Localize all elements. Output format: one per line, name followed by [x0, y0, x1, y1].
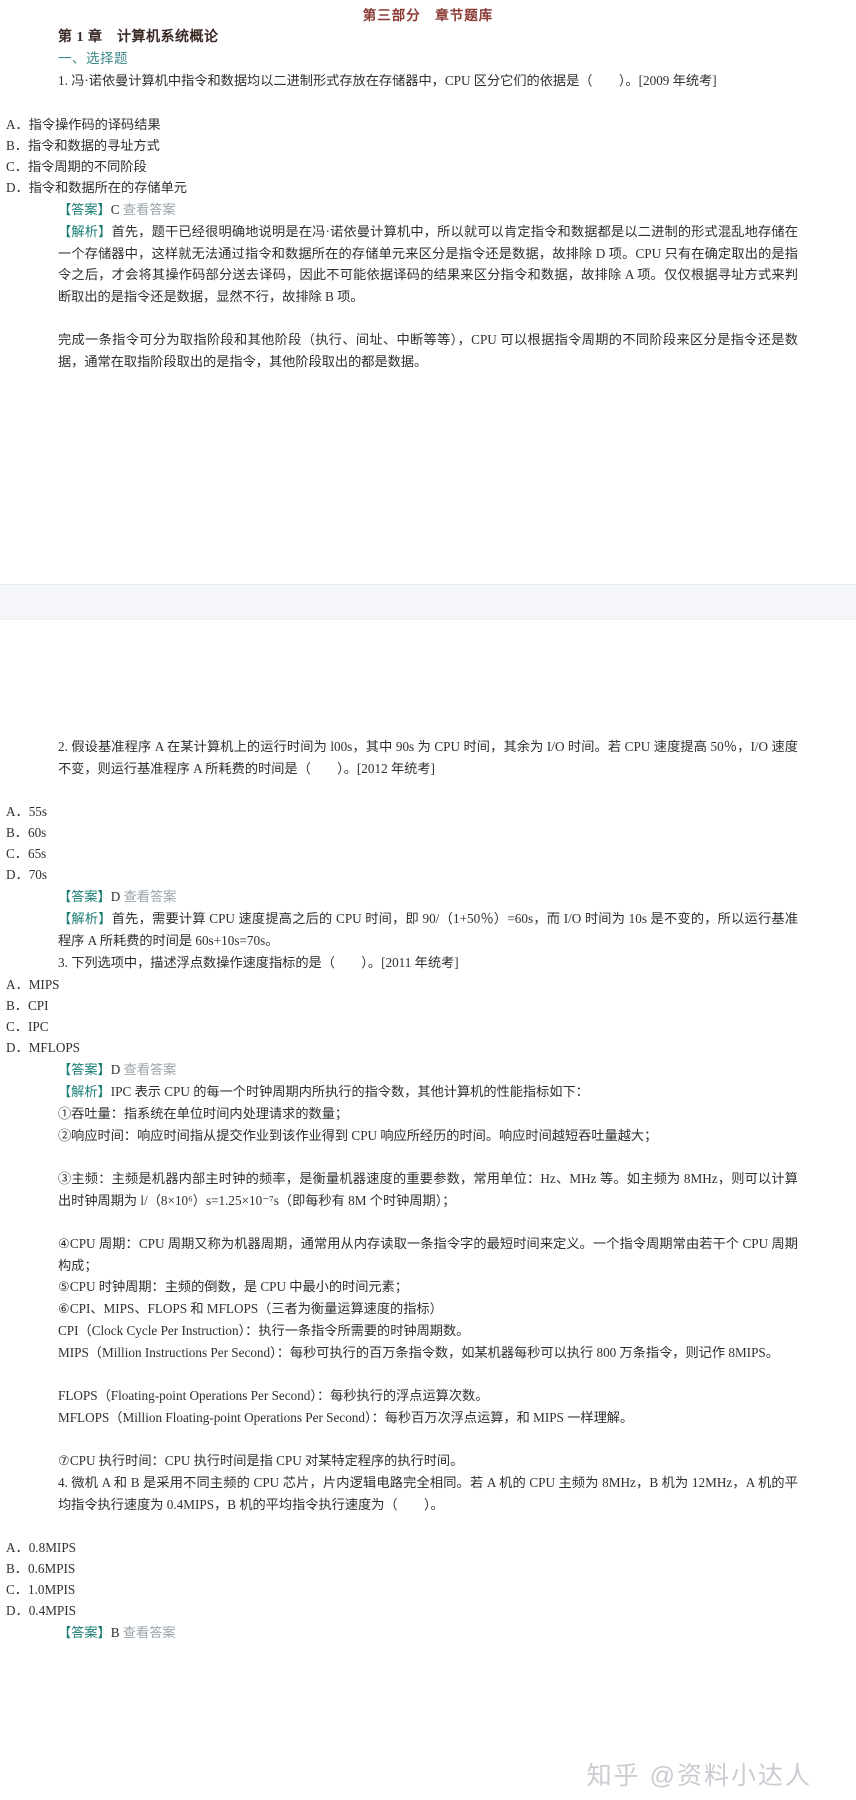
option-c[interactable]: C．IPC [0, 1016, 856, 1038]
answer-letter: C [110, 202, 120, 217]
option-d[interactable]: D．指令和数据所在的存储单元 [0, 177, 856, 199]
analysis-text: 完成一条指令可分为取指阶段和其他阶段（执行、间址、中断等等），CPU 可以根据指… [58, 332, 798, 369]
question-stem: 3. 下列选项中，描述浮点数操作速度指标的是（ ）。[2011 年统考] [58, 955, 459, 970]
option-d[interactable]: D．0.4MPIS [0, 1600, 856, 1622]
zhihu-watermark: 知乎 @资料小达人 [586, 1762, 812, 1790]
answer-row: 【答案】C 查看答案 [0, 199, 856, 221]
answer-row: 【答案】B 查看答案 [0, 1622, 856, 1644]
analysis-tag: 【解析】 [58, 1084, 111, 1099]
answer-row: 【答案】D 查看答案 [0, 1059, 856, 1081]
reveal-answer-link[interactable]: 查看答案 [123, 1625, 176, 1640]
analysis-item-flops: FLOPS（Floating-point Operations Per Seco… [58, 1388, 489, 1403]
question-stem: 2. 假设基准程序 A 在某计算机上的运行时间为 l00s，其中 90s 为 C… [58, 739, 798, 776]
analysis-block: 【解析】首先，题干已经很明确地说明是在冯·诺依曼计算机中，所以就可以肯定指令和数… [0, 221, 856, 307]
analysis-block: 【解析】IPC 表示 CPU 的每一个时钟周期内所执行的指令数，其他计算机的性能… [0, 1081, 856, 1103]
analysis-item-1: ①吞吐量：指系统在单位时间内处理请求的数量； [58, 1106, 349, 1121]
option-b[interactable]: B．60s [0, 822, 856, 844]
answer-tag: 【答案】 [58, 1625, 111, 1640]
analysis-item-mflops: MFLOPS（Million Floating-point Operations… [58, 1410, 634, 1425]
option-b[interactable]: B．指令和数据的寻址方式 [0, 135, 856, 157]
analysis-text: 首先，需要计算 CPU 速度提高之后的 CPU 时间，即 90/（1+50％）=… [58, 911, 799, 948]
answer-letter: D [110, 1062, 121, 1077]
option-a[interactable]: A．指令操作码的译码结果 [0, 114, 856, 136]
answer-tag: 【答案】 [58, 889, 111, 904]
analysis-block: 【解析】首先，需要计算 CPU 速度提高之后的 CPU 时间，即 90/（1+5… [0, 908, 856, 951]
chapter-title: 第 1 章 计算机系统概论 [58, 30, 219, 45]
answer-tag: 【答案】 [58, 202, 111, 217]
analysis-item-7: ⑦CPU 执行时间：CPU 执行时间是指 CPU 对某特定程序的执行时间。 [58, 1453, 464, 1468]
answer-tag: 【答案】 [58, 1062, 111, 1077]
option-d[interactable]: D．MFLOPS [0, 1037, 856, 1059]
analysis-item-3: ③主频：主频是机器内部主时钟的频率，是衡量机器速度的重要参数，常用单位：Hz、M… [58, 1171, 798, 1208]
analysis-item-cpi: CPI（Clock Cycle Per Instruction）：执行一条指令所… [58, 1323, 470, 1338]
option-a[interactable]: A．MIPS [0, 974, 856, 996]
document-page: 第三部分 章节题库 第 1 章 计算机系统概论 一、选择题 1. 冯·诺依曼计算… [0, 0, 856, 1800]
answer-letter: B [110, 1625, 120, 1640]
page-break-band [0, 584, 856, 620]
question-stem: 4. 微机 A 和 B 是采用不同主频的 CPU 芯片，片内逻辑电路完全相同。若… [58, 1475, 798, 1512]
analysis-tag: 【解析】 [58, 224, 112, 239]
option-a[interactable]: A．0.8MIPS [0, 1537, 856, 1559]
analysis-text: 首先，题干已经很明确地说明是在冯·诺依曼计算机中，所以就可以肯定指令和数据都是以… [58, 224, 798, 304]
question-stem: 1. 冯·诺依曼计算机中指令和数据均以二进制形式存放在存储器中，CPU 区分它们… [58, 73, 717, 88]
option-c[interactable]: C．1.0MPIS [0, 1579, 856, 1601]
option-d[interactable]: D．70s [0, 864, 856, 886]
analysis-text: IPC 表示 CPU 的每一个时钟周期内所执行的指令数，其他计算机的性能指标如下… [110, 1084, 589, 1099]
analysis-item-6: ⑥CPI、MIPS、FLOPS 和 MFLOPS（三者为衡量运算速度的指标） [58, 1301, 443, 1316]
analysis-item-5: ⑤CPU 时钟周期：主频的倒数，是 CPU 中最小的时间元素； [58, 1279, 408, 1294]
answer-letter: D [110, 889, 121, 904]
option-b[interactable]: B．CPI [0, 995, 856, 1017]
analysis-item-mips: MIPS（Million Instructions Per Second）：每秒… [58, 1345, 779, 1360]
analysis-tag: 【解析】 [58, 911, 112, 926]
reveal-answer-link[interactable]: 查看答案 [124, 889, 177, 904]
analysis-item-4: ④CPU 周期：CPU 周期又称为机器周期，通常用从内存读取一条指令字的最短时间… [58, 1236, 798, 1273]
option-c[interactable]: C．指令周期的不同阶段 [0, 156, 856, 178]
reveal-answer-link[interactable]: 查看答案 [123, 202, 176, 217]
reveal-answer-link[interactable]: 查看答案 [124, 1062, 177, 1077]
part-title: 第三部分 章节题库 [362, 8, 494, 23]
analysis-item-2: ②响应时间：响应时间指从提交作业到该作业得到 CPU 响应所经历的时间。响应时间… [58, 1128, 658, 1143]
option-b[interactable]: B．0.6MPIS [0, 1558, 856, 1580]
option-a[interactable]: A．55s [0, 801, 856, 823]
section-title: 一、选择题 [58, 51, 128, 66]
answer-row: 【答案】D 查看答案 [0, 886, 856, 908]
option-c[interactable]: C．65s [0, 843, 856, 865]
